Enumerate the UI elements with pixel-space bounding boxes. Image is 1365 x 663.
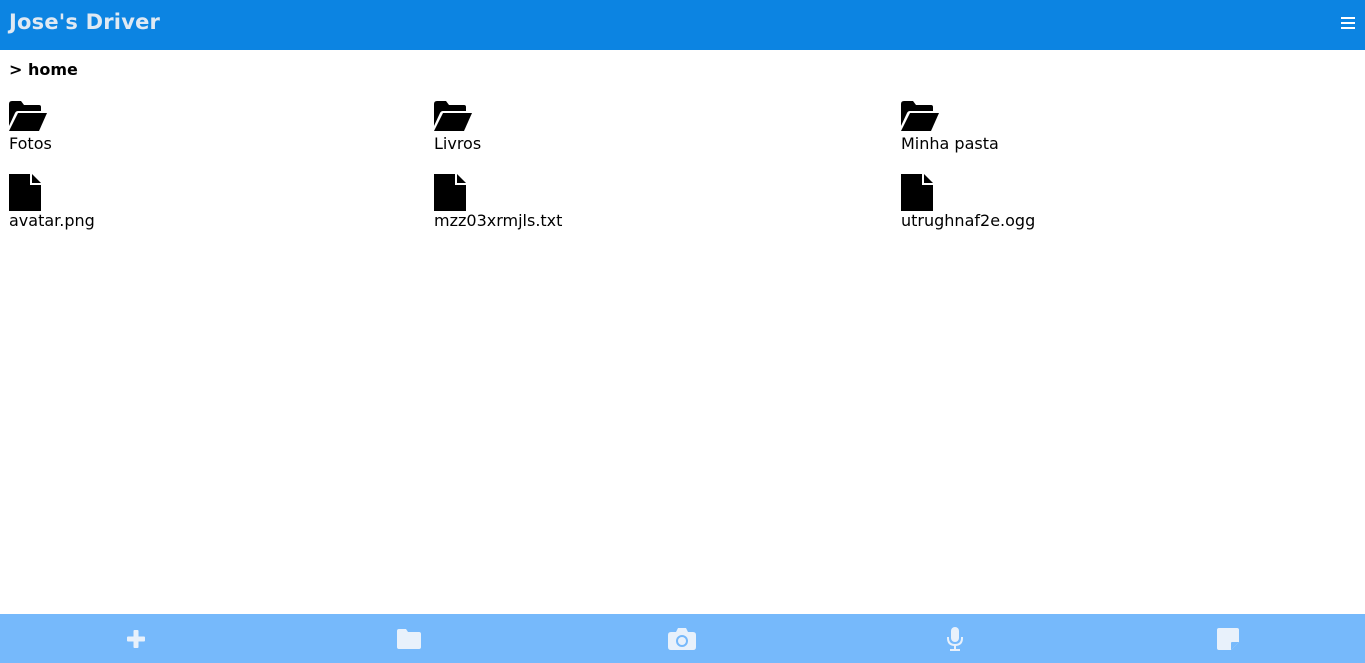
app-header: Jose's Driver (0, 0, 1365, 50)
breadcrumb[interactable]: > home (9, 60, 78, 79)
file-item[interactable]: avatar.png (9, 174, 95, 230)
new-folder-button[interactable] (379, 614, 439, 663)
folder-item[interactable]: Minha pasta (901, 101, 999, 153)
folder-icon (397, 628, 421, 649)
file-icon (901, 174, 933, 211)
file-name: utrughnaf2e.ogg (901, 211, 1036, 230)
file-icon (9, 174, 41, 211)
microphone-icon (947, 626, 963, 651)
file-name: avatar.png (9, 211, 95, 230)
folder-item[interactable]: Livros (434, 101, 481, 153)
folder-name: Livros (434, 134, 482, 153)
folder-item[interactable]: Fotos (9, 101, 52, 153)
folder-open-icon (9, 101, 47, 131)
file-item[interactable]: mzz03xrmjls.txt (434, 174, 562, 230)
file-icon (434, 174, 466, 211)
folder-open-icon (434, 101, 472, 131)
folder-open-icon (901, 101, 939, 131)
camera-icon (668, 627, 696, 650)
plus-icon (127, 629, 145, 648)
bottom-toolbar (0, 614, 1365, 663)
app-root: Jose's Driver > home Fotos Livros Minha … (0, 0, 1365, 663)
file-item[interactable]: utrughnaf2e.ogg (901, 174, 1035, 230)
folder-name: Minha pasta (901, 134, 999, 153)
folder-name: Fotos (9, 134, 52, 153)
app-title: Jose's Driver (9, 10, 161, 34)
add-button[interactable] (106, 614, 166, 663)
camera-button[interactable] (652, 614, 712, 663)
note-button[interactable] (1198, 614, 1258, 663)
microphone-button[interactable] (925, 614, 985, 663)
file-name: mzz03xrmjls.txt (434, 211, 563, 230)
hamburger-menu-icon[interactable] (1341, 17, 1355, 30)
note-icon (1217, 627, 1239, 650)
